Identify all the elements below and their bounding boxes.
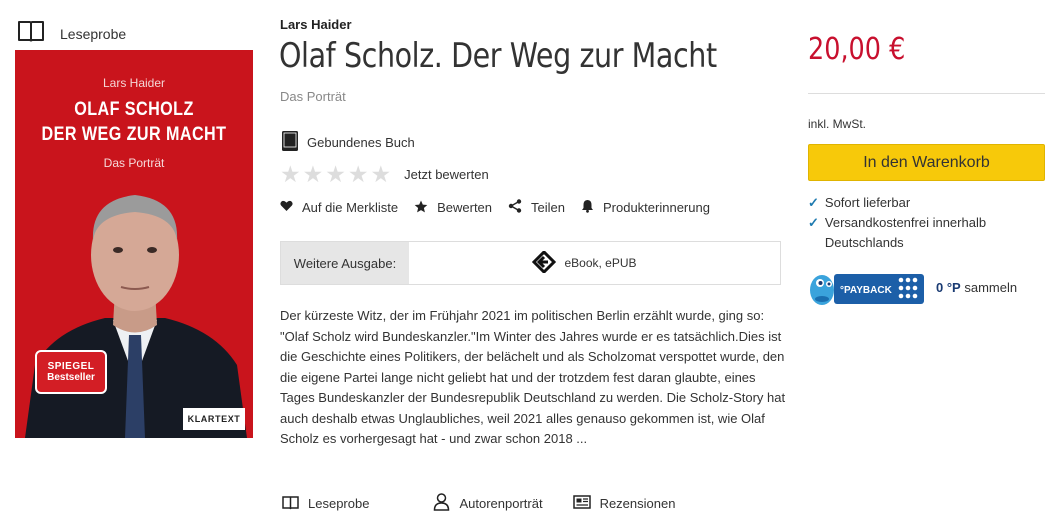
ebook-icon [532,249,557,276]
tab-rezensionen-label: Rezensionen [599,496,676,511]
person-icon [433,493,450,514]
bestseller-badge: SPIEGEL Bestseller [35,350,107,394]
cover-subtitle: Das Porträt [103,156,165,170]
author-link[interactable]: Lars Haider [280,17,352,32]
price: 20,00 € [808,32,906,67]
availability-text: Versandkostenfrei innerhalb Deutschlands [824,215,987,250]
checkmark-icon: ✓ [808,215,819,230]
edition-selector: Weitere Ausgabe: eBook, ePUB [280,241,781,285]
cover-title-line1: OLAF SCHOLZ [74,99,194,120]
star-icon[interactable]: ★ [371,163,392,186]
format-info: Gebundenes Buch [280,130,415,155]
badge-line2: Bestseller [47,372,95,383]
product-subtitle: Das Porträt [280,89,346,104]
product-description: Der kürzeste Witz, der im Frühjahr 2021 … [280,308,786,446]
wishlist-label: Auf die Merkliste [302,200,399,215]
tab-autorenportraet[interactable]: Autorenporträt [433,493,543,514]
badge-line1: SPIEGEL [47,361,95,372]
payback-info: °PAYBACK 0 °P sammeln [808,266,1017,308]
tab-leseprobe[interactable]: Leseprobe [282,495,369,513]
divider [808,93,1045,94]
bottom-tabs: Leseprobe Autorenporträt Rezensionen [282,493,675,514]
rate-now-link[interactable]: Jetzt bewerten [404,167,489,182]
payback-points-value: 0 °P [936,279,961,295]
payback-logo: °PAYBACK [810,274,924,305]
open-book-icon [282,495,299,513]
availability-item: ✓ Sofort lieferbar [808,193,1025,213]
review-button[interactable]: Bewerten [414,200,492,216]
page-title: Olaf Scholz. Der Weg zur Macht [279,36,717,76]
tab-leseprobe-label: Leseprobe [308,496,370,511]
book-icon [280,130,300,155]
edition-option-ebook[interactable]: eBook, ePUB [409,242,780,284]
cover-author: Lars Haider [102,76,166,90]
tab-rezensionen[interactable]: Rezensionen [572,495,676,512]
availability-text: Sofort lieferbar [824,195,911,210]
book-cover[interactable]: Lars Haider OLAF SCHOLZ DER WEG ZUR MACH… [15,50,253,438]
add-to-cart-button[interactable]: In den Warenkorb [808,144,1045,181]
heart-icon [280,200,293,215]
wishlist-button[interactable]: Auf die Merkliste [280,200,398,215]
availability-item: ✓ Versandkostenfrei innerhalb Deutschlan… [808,213,1025,253]
tab-autorenportraet-label: Autorenporträt [459,496,543,511]
rating-stars[interactable]: ★ ★ ★ ★ ★ [280,163,391,186]
share-label: Teilen [531,200,565,215]
star-icon[interactable]: ★ [280,163,301,186]
payback-points: 0 °P sammeln [936,280,1017,295]
edition-option-label: eBook, ePUB [564,256,637,270]
star-icon[interactable]: ★ [325,163,346,186]
payback-logo-text: °PAYBACK [840,285,893,296]
share-button[interactable]: Teilen [508,199,565,216]
reminder-label: Produkterinnerung [602,200,710,215]
format-label: Gebundenes Buch [307,135,415,150]
bell-icon [581,199,594,216]
reminder-button[interactable]: Produkterinnerung [581,199,710,216]
edition-label: Weitere Ausgabe: [281,242,409,284]
star-icon[interactable]: ★ [303,163,324,186]
open-book-icon [17,19,45,48]
action-bar: Auf die Merkliste Bewerten Teilen Produk… [280,199,726,216]
star-icon[interactable]: ★ [348,163,369,186]
rating[interactable]: ★ ★ ★ ★ ★ Jetzt bewerten [280,163,489,186]
vat-note: inkl. MwSt. [808,117,867,131]
payback-points-suffix: sammeln [964,279,1018,295]
availability-list: ✓ Sofort lieferbar ✓ Versandkostenfrei i… [808,193,1025,253]
publisher-label: KLARTEXT [183,408,245,430]
share-icon [508,199,522,216]
star-icon [414,200,428,216]
cover-title-line2: DER WEG ZUR MACHT [41,124,227,145]
review-label: Bewerten [437,200,493,215]
leseprobe-link[interactable]: Leseprobe [17,19,126,48]
leseprobe-label: Leseprobe [60,25,127,42]
checkmark-icon: ✓ [808,195,819,210]
newspaper-icon [572,495,591,512]
